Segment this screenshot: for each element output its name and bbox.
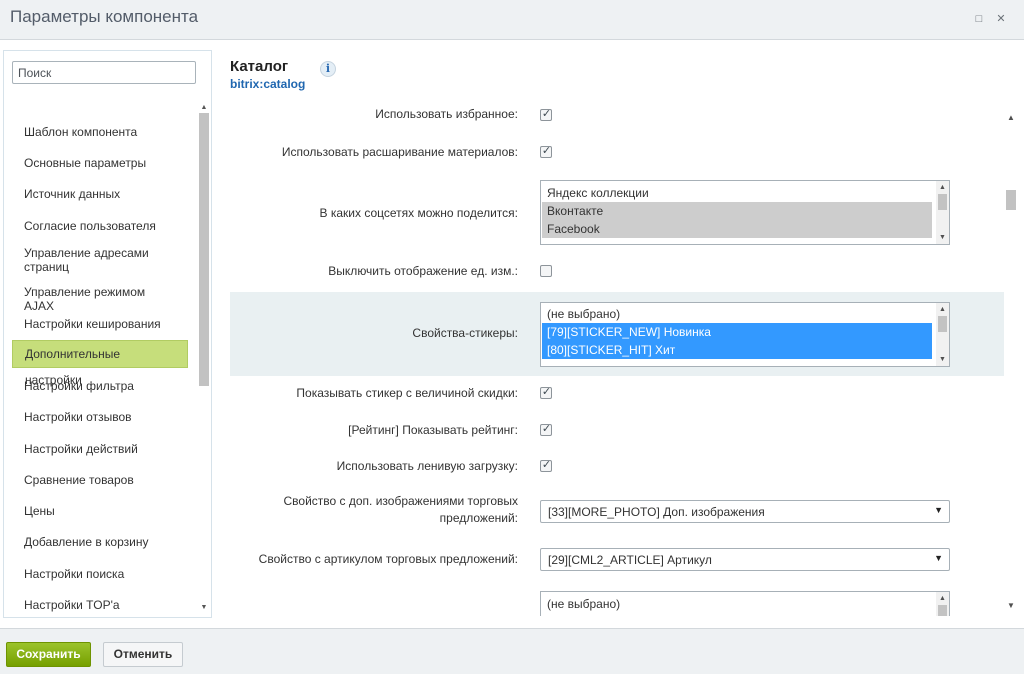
main-scrollbar[interactable]: ▲ ▼ — [1005, 112, 1017, 616]
sidebar-item-prices[interactable]: Цены — [12, 504, 188, 518]
setting-label: Свойство с артикулом торговых предложени… — [258, 552, 518, 566]
scroll-up-icon[interactable]: ▲ — [936, 593, 949, 604]
component-header: Каталог bitrix:catalog — [230, 58, 305, 91]
checkmark-icon: ✓ — [541, 145, 552, 157]
scrollbar-thumb[interactable] — [1006, 190, 1016, 210]
checkmark-icon: ✓ — [541, 386, 552, 398]
component-code: bitrix:catalog — [230, 77, 306, 91]
checkmark-icon: ✓ — [541, 459, 552, 471]
setting-label: [Рейтинг] Показывать рейтинг: — [348, 423, 518, 437]
sidebar-item-url-management[interactable]: Управление адресами страниц — [12, 246, 188, 274]
sidebar-item-filter[interactable]: Настройки фильтра — [12, 379, 188, 393]
scroll-down-icon[interactable]: ▼ — [936, 354, 949, 365]
list-option-selected[interactable]: [79][STICKER_NEW] Новинка — [542, 323, 932, 341]
setting-row: В каких соцсетях можно поделится: Яндекс… — [230, 180, 1004, 246]
listbox-scrollbar[interactable]: ▲ — [936, 592, 949, 616]
scrollbar-thumb[interactable] — [938, 194, 947, 210]
maximize-icon[interactable]: □ — [972, 12, 986, 26]
sidebar-item-basic[interactable]: Основные параметры — [12, 156, 188, 170]
sidebar-item-reviews[interactable]: Настройки отзывов — [12, 410, 188, 424]
sidebar-item-search[interactable]: Настройки поиска — [12, 567, 188, 581]
social-networks-listbox[interactable]: Яндекс коллекции Вконтакте Facebook ▲ ▼ — [540, 180, 950, 245]
info-icon[interactable]: i — [320, 61, 336, 77]
setting-row: Использовать ленивую загрузку: ✓ — [230, 457, 1004, 477]
offer-more-photo-select[interactable]: [33][MORE_PHOTO] Доп. изображения ▼ — [540, 500, 950, 523]
setting-row: Показывать стикер с величиной скидки: ✓ — [230, 384, 1004, 404]
select-value: [29][CML2_ARTICLE] Артикул — [548, 553, 712, 567]
setting-row: Использовать избранное: ✓ — [230, 108, 1004, 122]
lazy-load-checkbox[interactable]: ✓ — [540, 459, 552, 472]
setting-row-highlighted: Свойства-стикеры: (не выбрано) [79][STIC… — [230, 292, 1004, 376]
setting-label: Свойства-стикеры: — [412, 326, 518, 340]
setting-label: Свойство с доп. изображениями торговых п… — [283, 494, 518, 525]
hide-measure-checkbox[interactable] — [540, 265, 552, 277]
setting-label: Использовать ленивую загрузку: — [336, 459, 518, 473]
listbox-scrollbar[interactable]: ▲ ▼ — [936, 303, 949, 366]
search-input[interactable] — [12, 61, 196, 84]
sidebar-item-ajax[interactable]: Управление режимом AJAX — [12, 285, 188, 313]
sidebar-item-compare[interactable]: Сравнение товаров — [12, 473, 188, 487]
setting-label: Выключить отображение ед. изм.: — [328, 264, 518, 278]
scrollbar-thumb[interactable] — [938, 316, 947, 332]
scroll-down-icon[interactable]: ▼ — [1005, 600, 1017, 612]
setting-row: Свойство с доп. изображениями торговых п… — [230, 493, 1004, 533]
use-favorites-checkbox[interactable]: ✓ — [540, 108, 552, 121]
select-value: [33][MORE_PHOTO] Доп. изображения — [548, 505, 765, 519]
list-option[interactable]: (не выбрано) — [542, 595, 932, 613]
list-option-selected[interactable]: Вконтакте — [542, 202, 932, 220]
sidebar-item-actions[interactable]: Настройки действий — [12, 442, 188, 456]
dialog-footer: Сохранить Отменить — [0, 628, 1024, 674]
scroll-down-icon[interactable]: ▼ — [199, 603, 209, 613]
setting-row: Использовать расшаривание материалов: ✓ — [230, 143, 1004, 163]
sidebar-item-basket[interactable]: Добавление в корзину — [12, 535, 188, 549]
list-option[interactable]: Яндекс коллекции — [542, 184, 932, 202]
scroll-up-icon[interactable]: ▲ — [1005, 112, 1017, 124]
use-share-checkbox[interactable]: ✓ — [540, 145, 552, 158]
sidebar: Шаблон компонента Основные параметры Ист… — [3, 50, 212, 618]
setting-row: [Рейтинг] Показывать рейтинг: ✓ — [230, 421, 1004, 441]
save-button[interactable]: Сохранить — [6, 642, 91, 667]
close-icon[interactable]: ✕ — [994, 12, 1008, 26]
scroll-down-icon[interactable]: ▼ — [936, 232, 949, 243]
chevron-down-icon: ▼ — [934, 553, 943, 563]
list-option[interactable]: (не выбрано) — [542, 305, 932, 323]
cancel-button[interactable]: Отменить — [103, 642, 183, 667]
settings-panel: Использовать избранное: ✓ Использовать р… — [230, 108, 1004, 616]
list-option-selected[interactable]: Facebook — [542, 220, 932, 238]
sidebar-item-user-consent[interactable]: Согласие пользователя — [12, 219, 188, 233]
component-title: Каталог — [230, 58, 289, 75]
sidebar-item-cache[interactable]: Настройки кеширования — [12, 317, 188, 331]
sidebar-item-template[interactable]: Шаблон компонента — [12, 125, 188, 139]
scroll-up-icon[interactable]: ▲ — [936, 304, 949, 315]
setting-label: Показывать стикер с величиной скидки: — [296, 386, 518, 400]
setting-label: Использовать избранное: — [375, 108, 518, 121]
show-rating-checkbox[interactable]: ✓ — [540, 423, 552, 436]
setting-row: Выключить отображение ед. изм.: — [230, 262, 1004, 282]
setting-label: В каких соцсетях можно поделится: — [319, 206, 519, 220]
scrollbar-thumb[interactable] — [199, 113, 209, 386]
list-option-selected[interactable]: [80][STICKER_HIT] Хит — [542, 341, 932, 359]
sidebar-item-data-source[interactable]: Источник данных — [12, 187, 188, 201]
scrollbar-thumb[interactable] — [938, 605, 947, 616]
next-listbox[interactable]: (не выбрано) ▲ — [540, 591, 950, 616]
sidebar-item-top[interactable]: Настройки TOP'a — [12, 598, 188, 612]
listbox-scrollbar[interactable]: ▲ ▼ — [936, 181, 949, 244]
sticker-props-listbox[interactable]: (не выбрано) [79][STICKER_NEW] Новинка [… — [540, 302, 950, 367]
sidebar-scrollbar[interactable]: ▲ ▼ — [199, 103, 209, 613]
setting-label: Использовать расшаривание материалов: — [281, 145, 518, 159]
scroll-up-icon[interactable]: ▲ — [199, 103, 209, 113]
scroll-up-icon[interactable]: ▲ — [936, 182, 949, 193]
offer-article-select[interactable]: [29][CML2_ARTICLE] Артикул ▼ — [540, 548, 950, 571]
chevron-down-icon: ▼ — [934, 505, 943, 515]
checkmark-icon: ✓ — [541, 423, 552, 435]
setting-row: Свойство с артикулом торговых предложени… — [230, 547, 1004, 573]
show-discount-sticker-checkbox[interactable]: ✓ — [540, 386, 552, 399]
window-title: Параметры компонента — [10, 7, 199, 26]
sidebar-item-additional[interactable]: Дополнительные настройки — [12, 340, 188, 387]
window-titlebar: Параметры компонента □ ✕ — [0, 0, 1024, 40]
checkmark-icon: ✓ — [541, 108, 552, 120]
setting-row: (не выбрано) ▲ — [230, 591, 1004, 616]
